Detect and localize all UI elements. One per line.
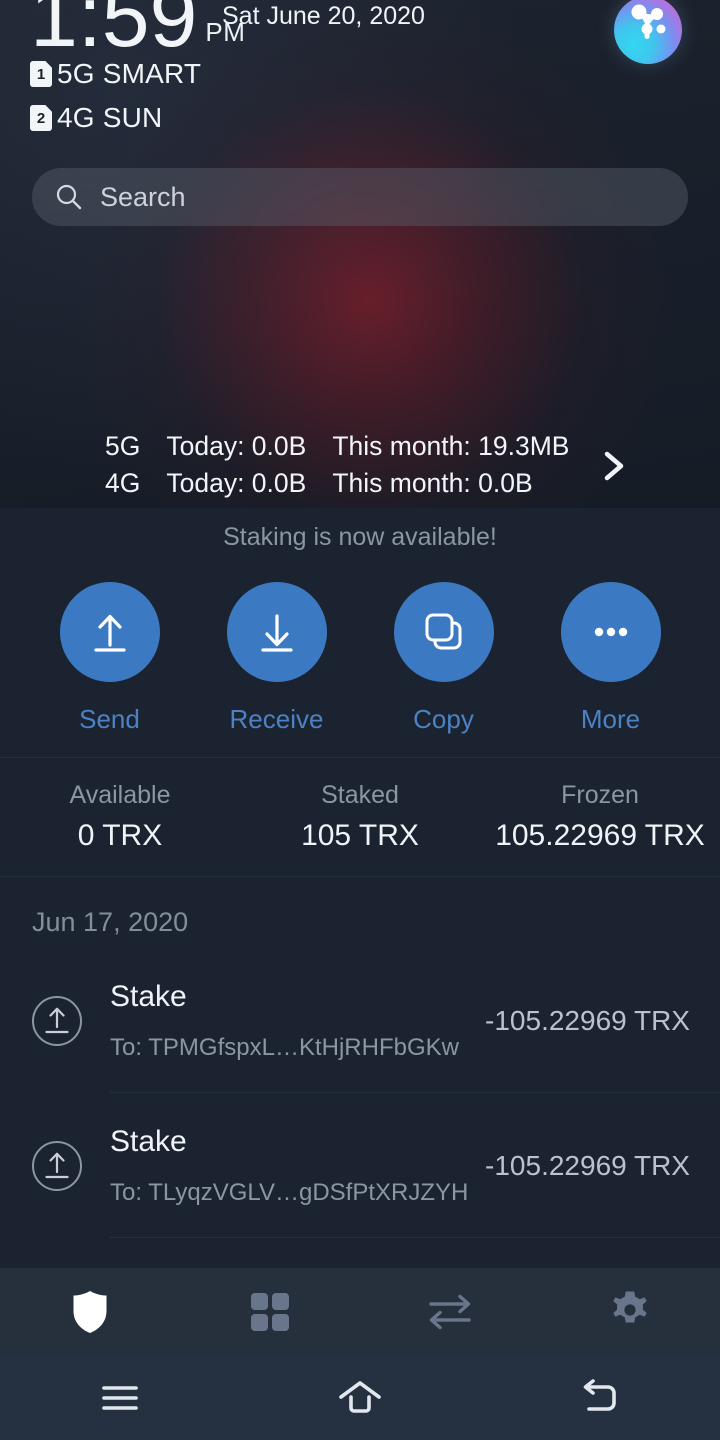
- gradient-orb-avatar-icon[interactable]: [614, 0, 682, 64]
- receive-button-label: Receive: [229, 704, 324, 734]
- table-row[interactable]: Stake To: TLyqzVGLV…gDSfPtXRJZYH -105.22…: [0, 1093, 720, 1238]
- balance-frozen[interactable]: Frozen 105.22969 TRX: [480, 758, 720, 876]
- sim-badge-2: 2: [30, 105, 52, 131]
- search-bar[interactable]: Search: [32, 168, 688, 226]
- clock-date: Sat June 20, 2020: [222, 2, 425, 30]
- balances-row: Available 0 TRX Staked 105 TRX Frozen 10…: [0, 758, 720, 876]
- balance-staked[interactable]: Staked 105 TRX: [240, 758, 480, 876]
- copy-button[interactable]: Copy: [390, 582, 498, 735]
- sim-row-1: 1 5G SMART: [30, 58, 201, 90]
- balance-staked-value: 105 TRX: [301, 819, 419, 852]
- search-input[interactable]: Search: [100, 182, 186, 213]
- nav-recents[interactable]: [0, 1356, 240, 1440]
- sim-row-2: 2 4G SUN: [30, 102, 162, 134]
- grid-icon: [251, 1293, 289, 1331]
- data-usage-network-2: 4G: [105, 468, 141, 498]
- transaction-date-header: Jun 17, 2020: [32, 907, 189, 937]
- ellipsis-icon: [594, 627, 627, 637]
- outbound-arrow-circle-icon: [32, 1140, 82, 1191]
- phone-screen: 1:59 PM Sat June 20, 2020 1 5G SMART 2 4…: [0, 0, 720, 1440]
- tab-wallet[interactable]: [0, 1268, 180, 1356]
- download-arrow-icon: [260, 614, 293, 652]
- upload-arrow-icon: [93, 614, 126, 652]
- transaction-title: Stake: [110, 979, 187, 1013]
- back-arrow-icon: [583, 1379, 616, 1411]
- more-button-label: More: [580, 704, 641, 734]
- data-usage-month-1: This month: 19.3MB: [332, 431, 570, 461]
- sim-label-1: 5G SMART: [57, 58, 202, 89]
- copy-button-label: Copy: [413, 704, 474, 734]
- balance-available[interactable]: Available 0 TRX: [0, 758, 240, 876]
- search-icon: [56, 184, 82, 210]
- quick-actions-row: Send Receive Copy More: [0, 566, 720, 735]
- menu-icon: [102, 1386, 138, 1410]
- transaction-separator: [110, 1237, 720, 1238]
- balance-frozen-value: 105.22969 TRX: [495, 819, 705, 852]
- tab-apps[interactable]: [180, 1268, 360, 1356]
- shield-icon: [73, 1291, 107, 1333]
- transaction-title: Stake: [110, 1124, 187, 1158]
- receive-button[interactable]: Receive: [223, 582, 331, 735]
- transaction-recipient: To: TLyqzVGLV…gDSfPtXRJZYH: [110, 1178, 469, 1206]
- swap-arrows-icon: [429, 1294, 471, 1330]
- clock-widget[interactable]: 1:59 PM: [30, 0, 245, 60]
- balance-frozen-label: Frozen: [561, 781, 639, 809]
- copy-icon: [425, 613, 461, 650]
- chevron-right-icon[interactable]: [597, 446, 631, 486]
- home-icon: [339, 1381, 381, 1413]
- copy-button-circle: [393, 582, 494, 682]
- receive-button-circle: [226, 582, 327, 682]
- balance-available-value: 0 TRX: [77, 819, 163, 852]
- staking-banner[interactable]: Staking is now available!: [0, 508, 720, 566]
- table-row[interactable]: Stake To: TPMGfspxL…KtHjRHFbGKw -105.229…: [0, 948, 720, 1093]
- data-usage-today-1: Today: 0.0B: [166, 431, 307, 461]
- transaction-amount: -105.22969 TRX: [485, 1149, 690, 1181]
- system-navigation-bar: [0, 1356, 720, 1440]
- data-usage-widget[interactable]: 5G Today: 0.0B This month: 19.3MB 4G Tod…: [0, 430, 720, 500]
- transaction-recipient: To: TPMGfspxL…KtHjRHFbGKw: [110, 1033, 459, 1061]
- send-button-label: Send: [79, 704, 140, 734]
- send-button-circle: [59, 582, 160, 682]
- nav-home[interactable]: [240, 1356, 480, 1440]
- data-usage-month-2: This month: 0.0B: [332, 468, 533, 498]
- transaction-amount: -105.22969 TRX: [485, 1004, 690, 1036]
- wallet-app-panel: Staking is now available! Send Receive C…: [0, 508, 720, 1268]
- more-button-circle: [560, 582, 661, 682]
- more-button[interactable]: More: [557, 582, 665, 735]
- gear-icon: [613, 1291, 647, 1323]
- bottom-tab-bar: [0, 1268, 720, 1356]
- tab-settings[interactable]: [540, 1268, 720, 1356]
- data-usage-today-2: Today: 0.0B: [166, 468, 307, 498]
- data-usage-network-1: 5G: [105, 431, 141, 461]
- balance-available-label: Available: [69, 781, 171, 809]
- nav-back[interactable]: [480, 1356, 720, 1440]
- balance-staked-label: Staked: [321, 781, 399, 809]
- sim-badge-1: 1: [30, 61, 52, 87]
- tab-transfers[interactable]: [360, 1268, 540, 1356]
- sim-label-2: 4G SUN: [57, 102, 163, 133]
- clock-time: 1:59: [30, 0, 198, 65]
- send-button[interactable]: Send: [56, 582, 164, 735]
- home-screen-wallpaper: 1:59 PM Sat June 20, 2020 1 5G SMART 2 4…: [0, 0, 720, 508]
- outbound-arrow-circle-icon: [32, 995, 82, 1046]
